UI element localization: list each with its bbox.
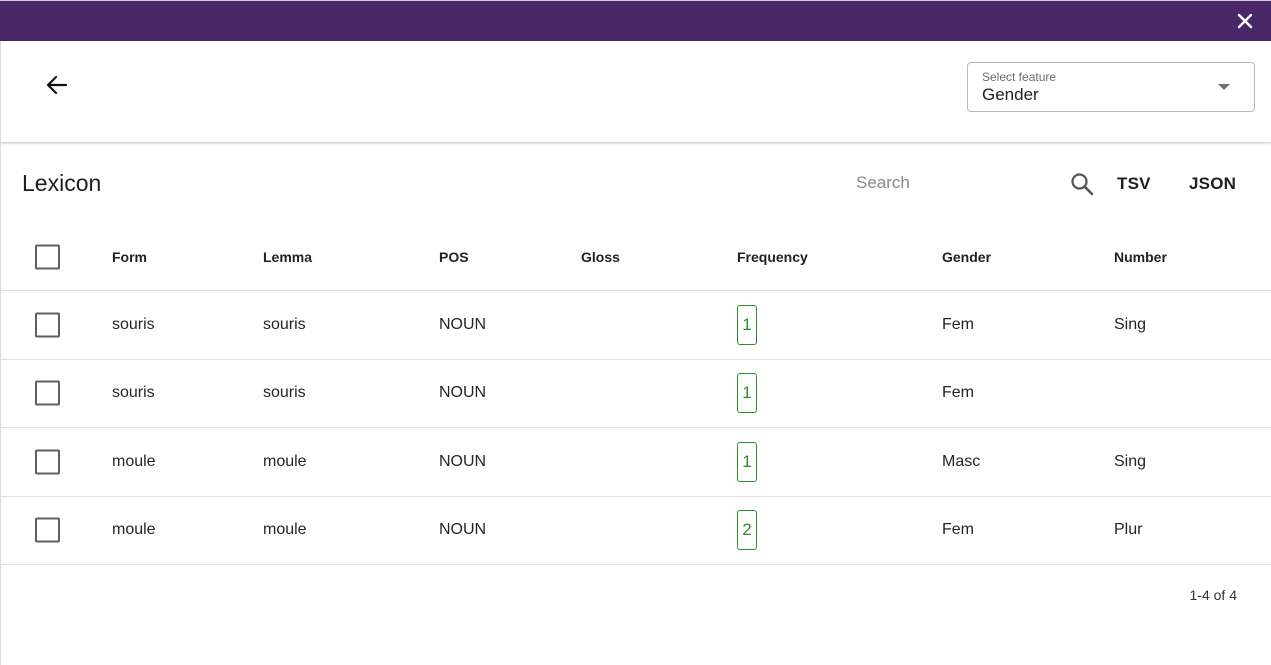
table-row[interactable]: souris souris NOUN 1 Fem Sing	[1, 291, 1271, 360]
table-row[interactable]: moule moule NOUN 2 Fem Plur	[1, 497, 1271, 565]
lexicon-title: Lexicon	[22, 170, 102, 196]
cell-gender: Fem	[942, 384, 974, 402]
pagination-range: 1-4 of 4	[1189, 587, 1237, 603]
frequency-badge[interactable]: 1	[737, 304, 757, 345]
cell-form: souris	[112, 315, 155, 333]
cell-number: Sing	[1114, 452, 1147, 470]
cell-form: moule	[112, 452, 156, 470]
column-header-number[interactable]: Number	[1114, 249, 1167, 265]
row-checkbox[interactable]	[35, 517, 60, 543]
search-input[interactable]	[856, 169, 1056, 197]
cell-lemma: moule	[263, 452, 307, 470]
select-feature-label: Select feature	[982, 70, 1057, 84]
row-checkbox[interactable]	[35, 312, 60, 338]
cell-lemma: souris	[263, 315, 306, 333]
cell-frequency: 1	[737, 373, 757, 414]
table-header-row: Form Lemma POS Gloss Frequency Gender Nu…	[1, 223, 1271, 291]
select-feature-dropdown[interactable]: Select feature Gender	[967, 62, 1255, 112]
column-header-gloss[interactable]: Gloss	[581, 249, 620, 265]
cell-frequency: 1	[737, 441, 757, 482]
close-icon	[1237, 13, 1253, 29]
arrow-back-icon	[46, 75, 68, 95]
column-header-pos[interactable]: POS	[439, 249, 469, 265]
column-header-frequency[interactable]: Frequency	[737, 249, 808, 265]
table-row[interactable]: souris souris NOUN 1 Fem	[1, 360, 1271, 428]
column-header-gender[interactable]: Gender	[942, 249, 991, 265]
column-header-form[interactable]: Form	[112, 249, 147, 265]
frequency-badge[interactable]: 1	[737, 373, 757, 414]
row-checkbox[interactable]	[35, 449, 60, 475]
cell-lemma: souris	[263, 384, 306, 402]
cell-frequency: 1	[737, 304, 757, 345]
header-panel: Select feature Gender	[0, 41, 1271, 143]
back-button[interactable]	[41, 69, 73, 101]
top-app-bar	[0, 0, 1271, 41]
export-json-button[interactable]: JSON	[1189, 174, 1236, 194]
select-all-checkbox[interactable]	[35, 244, 60, 269]
cell-frequency: 2	[737, 510, 757, 551]
cell-pos: NOUN	[439, 452, 487, 470]
close-button[interactable]	[1233, 9, 1257, 33]
frequency-badge[interactable]: 1	[737, 441, 757, 482]
cell-pos: NOUN	[439, 315, 487, 333]
table-row[interactable]: moule moule NOUN 1 Masc Sing	[1, 428, 1271, 497]
cell-lemma: moule	[263, 521, 307, 539]
row-checkbox[interactable]	[35, 380, 60, 406]
cell-pos: NOUN	[439, 384, 487, 402]
column-header-lemma[interactable]: Lemma	[263, 249, 312, 265]
cell-form: moule	[112, 521, 156, 539]
lexicon-panel: Lexicon TSV JSON Form Lemma POS Gloss Fr…	[0, 143, 1271, 665]
chevron-down-icon	[1218, 84, 1230, 90]
export-tsv-button[interactable]: TSV	[1117, 174, 1151, 194]
cell-number: Plur	[1114, 521, 1143, 539]
cell-pos: NOUN	[439, 521, 487, 539]
cell-form: souris	[112, 384, 155, 402]
search-icon[interactable]	[1069, 171, 1095, 197]
select-feature-value: Gender	[982, 85, 1039, 104]
lexicon-table: Form Lemma POS Gloss Frequency Gender Nu…	[1, 223, 1271, 565]
frequency-badge[interactable]: 2	[737, 510, 757, 551]
cell-gender: Fem	[942, 521, 974, 539]
cell-gender: Masc	[942, 452, 981, 470]
cell-gender: Fem	[942, 315, 974, 333]
cell-number: Sing	[1114, 315, 1147, 333]
